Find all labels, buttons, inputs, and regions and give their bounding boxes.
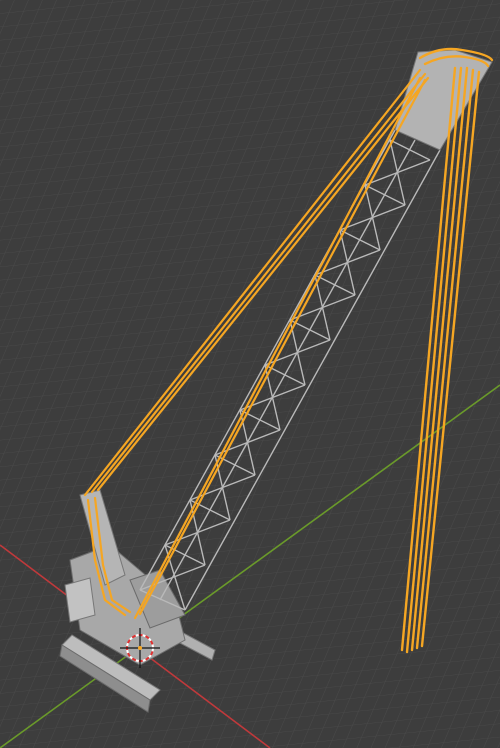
3d-viewport[interactable] bbox=[0, 0, 500, 748]
viewport-canvas[interactable] bbox=[0, 0, 500, 748]
